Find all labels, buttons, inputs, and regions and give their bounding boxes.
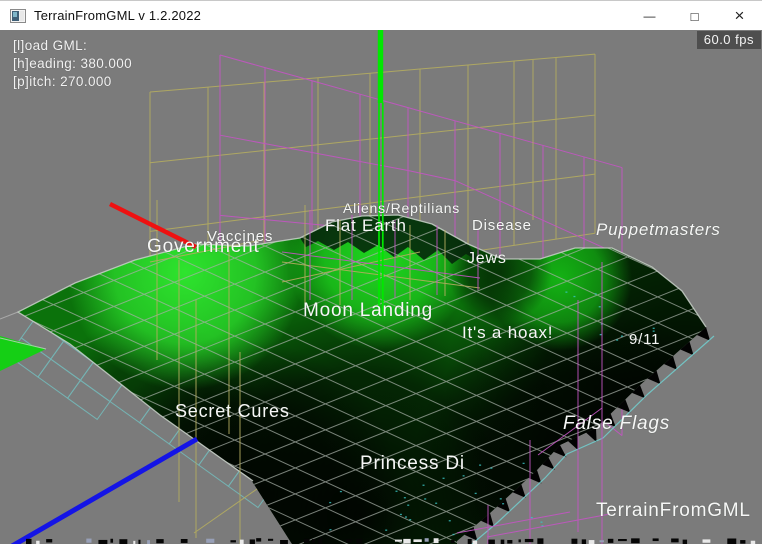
terrain-canvas <box>0 30 762 544</box>
hud-heading: [h]eading: 380.000 <box>13 55 132 73</box>
maximize-button[interactable]: □ <box>672 1 717 31</box>
app-icon <box>10 9 26 23</box>
window-title: TerrainFromGML v 1.2.2022 <box>34 8 201 23</box>
fps-badge: 60.0 fps <box>697 31 761 49</box>
minimize-button[interactable]: — <box>627 1 672 31</box>
hud-pitch: [p]itch: 270.000 <box>13 73 132 91</box>
hud-info: [l]oad GML: [h]eading: 380.000 [p]itch: … <box>13 37 132 91</box>
app-window: TerrainFromGML v 1.2.2022 — □ × [l]oad G… <box>0 0 762 544</box>
viewport-3d[interactable]: [l]oad GML: [h]eading: 380.000 [p]itch: … <box>0 30 762 544</box>
window-controls: — □ × <box>627 1 762 31</box>
close-button[interactable]: × <box>717 1 762 31</box>
titlebar[interactable]: TerrainFromGML v 1.2.2022 — □ × <box>0 0 762 30</box>
hud-load-gml: [l]oad GML: <box>13 37 132 55</box>
